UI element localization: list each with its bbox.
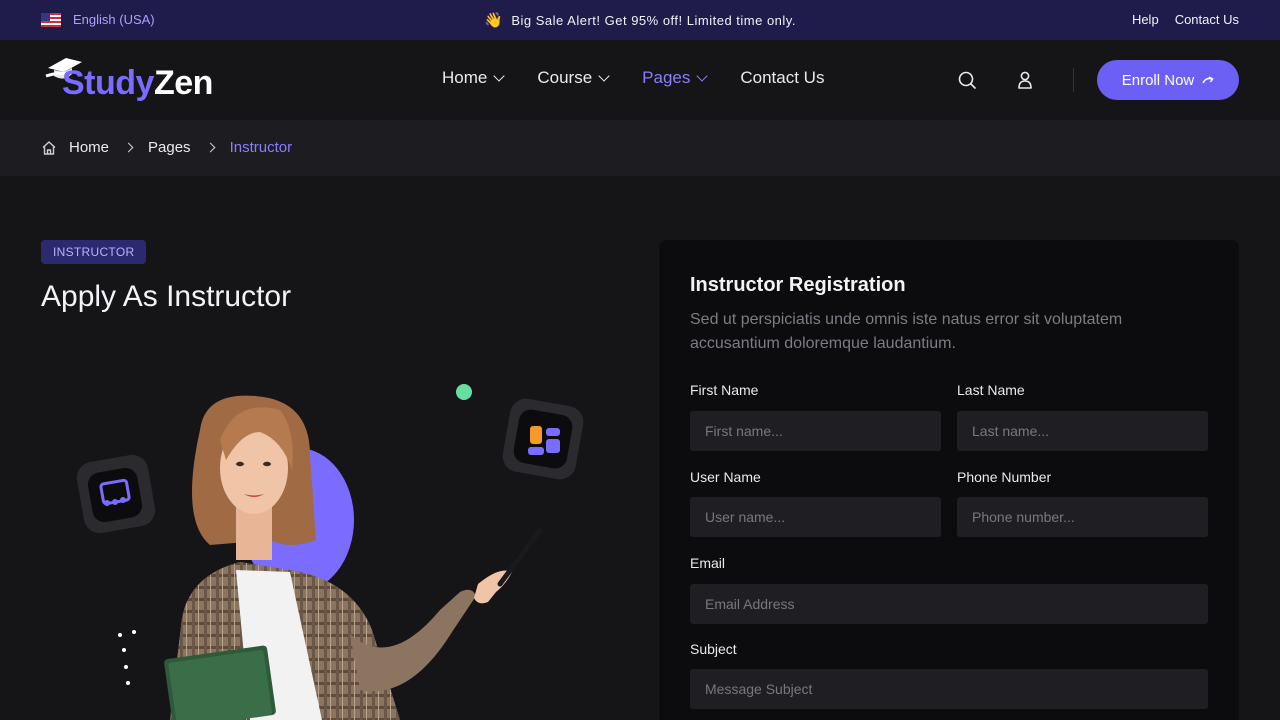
dashboard-app-icon [76,454,156,534]
waving-hand-icon: 👋 [484,12,504,29]
top-links: Help Contact Us [1132,12,1239,27]
enroll-now-button[interactable]: Enroll Now [1097,60,1239,100]
instructor-illustration [76,384,584,720]
nav-contact-us[interactable]: Contact Us [740,68,824,88]
breadcrumb-pages[interactable]: Pages [148,139,191,156]
chevron-right-icon [123,142,134,153]
phone-label: Phone Number [957,469,1052,485]
instructor-photo [164,395,543,720]
form-title: Instructor Registration [690,274,906,296]
help-link[interactable]: Help [1132,12,1159,27]
breadcrumb-current: Instructor [229,139,293,156]
chevron-down-icon [598,70,610,82]
first-name-label: First Name [690,382,759,398]
breadcrumb: Home Pages Instructor [41,139,292,156]
nav-course[interactable]: Course [537,68,610,88]
chevron-down-icon [493,70,506,82]
promo-banner: 👋 Big Sale Alert! Get 95% off! Limited t… [0,11,1280,29]
top-bar: English (USA) 👋 Big Sale Alert! Get 95% … [0,0,1280,40]
header-divider [1073,68,1074,92]
nav-home[interactable]: Home [442,68,506,88]
subject-label: Subject [690,641,737,657]
first-name-input[interactable] [690,411,941,451]
chevron-right-icon [205,142,216,153]
promo-text: Big Sale Alert! Get 95% off! Limited tim… [511,13,796,28]
breadcrumb-home[interactable]: Home [69,139,109,156]
home-icon [42,140,56,155]
form-description: Sed ut perspiciatis unde omnis iste natu… [690,311,1123,352]
layout-app-icon [502,398,584,480]
arrow-icon [1202,76,1214,84]
green-dot [456,384,472,400]
last-name-input[interactable] [957,411,1208,451]
search-icon[interactable] [957,70,977,90]
brand-name: StudyZen [62,64,213,102]
dots-decoration [118,630,136,685]
email-label: Email [690,555,726,571]
subject-input[interactable] [690,669,1208,709]
contact-link-top[interactable]: Contact Us [1175,12,1239,27]
chevron-down-icon [696,70,709,82]
last-name-label: Last Name [957,382,1025,398]
section-badge: INSTRUCTOR [41,240,147,264]
user-icon[interactable] [1015,70,1035,90]
nav-pages[interactable]: Pages [642,68,709,88]
main-nav: Home Course Pages Contact Us [442,68,824,88]
phone-input[interactable] [957,497,1208,537]
user-name-label: User Name [690,469,761,485]
user-name-input[interactable] [690,497,941,537]
studyzen-logo[interactable]: StudyZen [44,56,224,106]
page-title: Apply As Instructor [41,280,292,313]
email-input[interactable] [690,584,1208,624]
